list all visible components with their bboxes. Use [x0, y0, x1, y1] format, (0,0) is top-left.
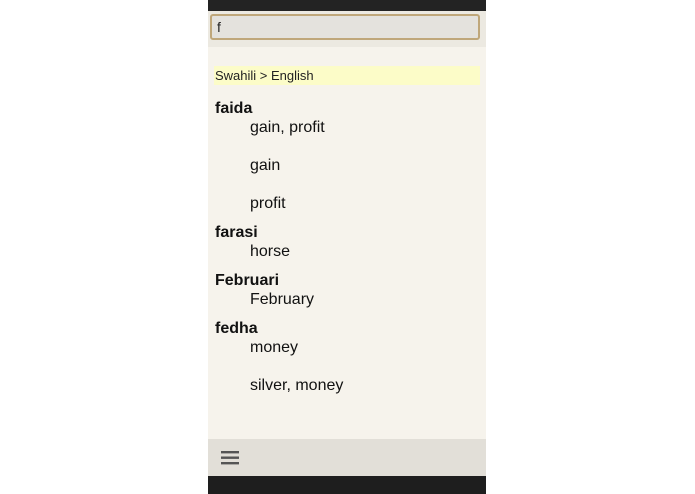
results-panel[interactable]: Swahili > English faida gain, profit gai… [208, 47, 486, 439]
headword: farasi [215, 224, 258, 241]
app-window: Swahili > English faida gain, profit gai… [208, 0, 486, 494]
definition: silver, money [250, 377, 344, 394]
system-nav-bar [208, 476, 486, 494]
status-bar [208, 0, 486, 11]
definition: gain, profit [250, 119, 325, 136]
menu-button[interactable] [219, 448, 243, 468]
search-bar [208, 11, 486, 47]
headword: Februari [215, 272, 280, 289]
definition: February [250, 291, 315, 308]
list-item[interactable]: farasi horse [215, 224, 480, 261]
list-item[interactable]: Februari February [215, 272, 480, 309]
bottom-toolbar [208, 439, 486, 476]
search-input[interactable] [210, 14, 480, 40]
headword: fedha [215, 320, 258, 337]
list-item[interactable]: fedha money silver, money [215, 320, 480, 395]
definition: money [250, 339, 299, 356]
list-item[interactable]: faida gain, profit gain profit [215, 100, 480, 213]
entry-list: faida gain, profit gain profit farasi ho… [215, 100, 480, 406]
definition: horse [250, 243, 291, 260]
headword: faida [215, 100, 253, 117]
definition: profit [250, 195, 286, 212]
dictionary-direction-label: Swahili > English [214, 66, 480, 85]
definition: gain [250, 157, 281, 174]
hamburger-menu-icon [221, 451, 239, 465]
